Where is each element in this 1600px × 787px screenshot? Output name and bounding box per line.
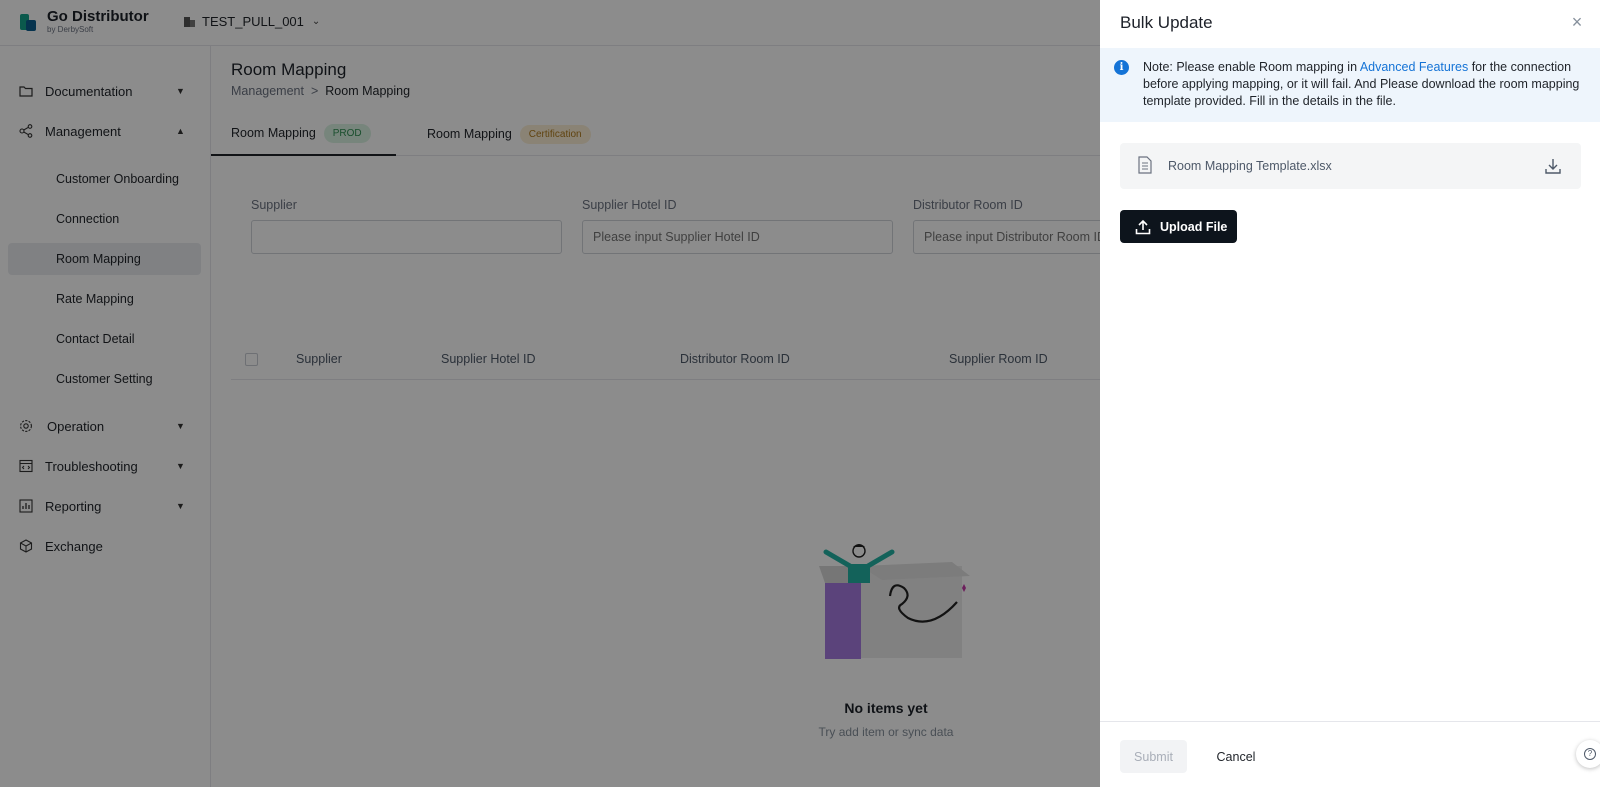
close-icon[interactable]: × [1568,13,1586,31]
bulk-update-drawer: Bulk Update × i Note: Please enable Room… [1100,0,1600,787]
template-file-row: Room Mapping Template.xlsx [1120,143,1581,189]
cancel-button[interactable]: Cancel [1200,740,1272,773]
note-prefix: Note: Please enable Room mapping in [1143,60,1360,74]
upload-button-label: Upload File [1160,219,1228,234]
submit-button[interactable]: Submit [1120,740,1187,773]
document-icon [1138,156,1152,174]
advanced-features-link[interactable]: Advanced Features [1360,60,1468,74]
upload-file-button[interactable]: Upload File [1120,210,1237,243]
drawer-footer: Submit Cancel ? [1100,721,1600,787]
help-button[interactable]: ? [1576,740,1600,768]
drawer-title: Bulk Update [1120,13,1213,32]
download-icon[interactable] [1544,157,1562,175]
upload-icon [1135,219,1151,234]
template-file-name[interactable]: Room Mapping Template.xlsx [1168,159,1332,173]
help-icon: ? [1584,748,1596,760]
info-icon: i [1114,60,1129,75]
note-text: Note: Please enable Room mapping in Adva… [1143,59,1583,110]
info-note: i Note: Please enable Room mapping in Ad… [1100,48,1600,122]
